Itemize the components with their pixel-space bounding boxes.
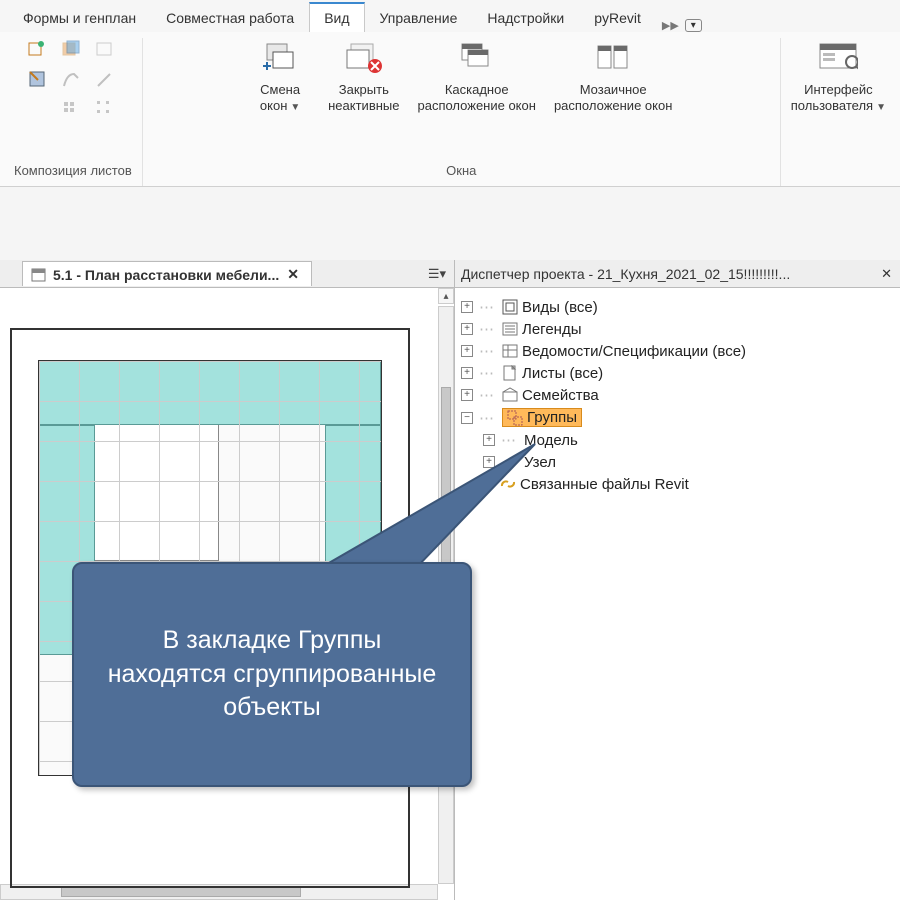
group-label-sheets: Композиция листов [14, 159, 132, 184]
expander-icon[interactable]: + [461, 389, 473, 401]
expander-icon[interactable]: + [461, 301, 473, 313]
sheet-icon-3[interactable] [94, 38, 116, 60]
browser-title: Диспетчер проекта - 21_Кухня_2021_02_15!… [455, 266, 881, 282]
tree-row-schedules[interactable]: + ⋯ Ведомости/Спецификации (все) [461, 340, 894, 362]
cascade-icon [457, 38, 497, 78]
expander-icon[interactable]: + [483, 434, 495, 446]
tab-pyrevit[interactable]: pyRevit [579, 3, 656, 32]
views-icon [502, 299, 518, 315]
user-interface-icon [818, 38, 858, 78]
ribbon-tabs: Формы и генплан Совместная работа Вид Уп… [0, 0, 900, 32]
sheet-icon-4[interactable] [26, 68, 48, 90]
groups-highlighted: Группы [502, 408, 582, 427]
group-label-ui [837, 159, 841, 184]
tree-row-links[interactable]: ⋯ Связанные файлы Revit [461, 473, 894, 495]
scroll-up-icon[interactable]: ▴ [438, 288, 454, 304]
tabs-dropdown-icon[interactable]: ▾ [685, 19, 702, 32]
btn-close-inactive[interactable]: Закрытьнеактивные [328, 38, 399, 115]
annotation-callout: В закладке Группы находятся сгруппирован… [72, 562, 472, 787]
groups-icon [507, 410, 523, 426]
sheets-icon [502, 365, 518, 381]
tree-row-families[interactable]: + ⋯ Семейства [461, 384, 894, 406]
families-icon [502, 387, 518, 403]
btn-tile[interactable]: Мозаичноерасположение окон [554, 38, 672, 115]
sheet-icon-7[interactable] [60, 98, 82, 120]
tab-forms[interactable]: Формы и генплан [8, 3, 151, 32]
links-icon [500, 476, 516, 492]
tab-manage[interactable]: Управление [365, 3, 473, 32]
view-tab-menu-icon[interactable]: ☰▾ [428, 266, 454, 282]
tab-addins[interactable]: Надстройки [472, 3, 579, 32]
view-tab[interactable]: 5.1 - План расстановки мебели... ✕ [22, 261, 312, 286]
group-ui: Интерфейспользователя▼ [781, 38, 896, 186]
group-sheet-composition: Композиция листов [4, 38, 143, 186]
expander-icon[interactable]: + [461, 345, 473, 357]
expander-icon[interactable]: + [461, 367, 473, 379]
btn-cascade[interactable]: Каскадноерасположение окон [417, 38, 535, 115]
tree-row-legends[interactable]: + ⋯ Легенды [461, 318, 894, 340]
schedules-icon [502, 343, 518, 359]
browser-close[interactable]: ✕ [881, 266, 900, 282]
tile-icon [593, 38, 633, 78]
tree-row-groups[interactable]: − ⋯ Группы [461, 406, 894, 429]
tree-row-sheets[interactable]: + ⋯ Листы (все) [461, 362, 894, 384]
sheet-icon-6[interactable] [94, 68, 116, 90]
kitchen-island [39, 361, 219, 561]
btn-switch-windows[interactable]: Сменаокон▼ [250, 38, 310, 115]
group-label-windows: Окна [446, 159, 476, 184]
tab-collab[interactable]: Совместная работа [151, 3, 309, 32]
btn-user-interface[interactable]: Интерфейспользователя▼ [791, 38, 886, 115]
project-tree: + ⋯ Виды (все) + ⋯ Легенды + ⋯ Ведомости… [455, 288, 900, 503]
tree-row-views[interactable]: + ⋯ Виды (все) [461, 296, 894, 318]
view-tab-icon [31, 267, 47, 283]
tree-row-detail[interactable]: + ⋯ Узел [461, 451, 894, 473]
view-tab-close[interactable]: ✕ [285, 266, 301, 283]
expander-icon[interactable]: − [461, 412, 473, 424]
browser-titlebar: Диспетчер проекта - 21_Кухня_2021_02_15!… [455, 260, 900, 288]
view-tabbar: 5.1 - План расстановки мебели... ✕ ☰▾ [0, 260, 454, 288]
group-windows: Сменаокон▼ Закрытьнеактивные Каскадноера… [143, 38, 781, 186]
expander-icon[interactable]: + [483, 456, 495, 468]
tabs-scroll-icon[interactable]: ▶▶ [662, 19, 679, 32]
close-inactive-icon [344, 38, 384, 78]
sheet-small-icons [26, 38, 120, 124]
legends-icon [502, 321, 518, 337]
view-tab-title: 5.1 - План расстановки мебели... [53, 267, 279, 283]
sheet-icon-1[interactable] [26, 38, 48, 60]
ribbon-body: Композиция листов Сменаокон▼ Закрытьнеак… [0, 32, 900, 187]
sheet-icon-8[interactable] [94, 98, 116, 120]
sheet-icon-5[interactable] [60, 68, 82, 90]
switch-windows-icon [260, 38, 300, 78]
tab-view[interactable]: Вид [309, 2, 364, 32]
expander-icon[interactable]: + [461, 323, 473, 335]
project-browser-pane: Диспетчер проекта - 21_Кухня_2021_02_15!… [455, 260, 900, 900]
sheet-icon-2[interactable] [60, 38, 82, 60]
tree-row-model[interactable]: + ⋯ Модель [461, 429, 894, 451]
